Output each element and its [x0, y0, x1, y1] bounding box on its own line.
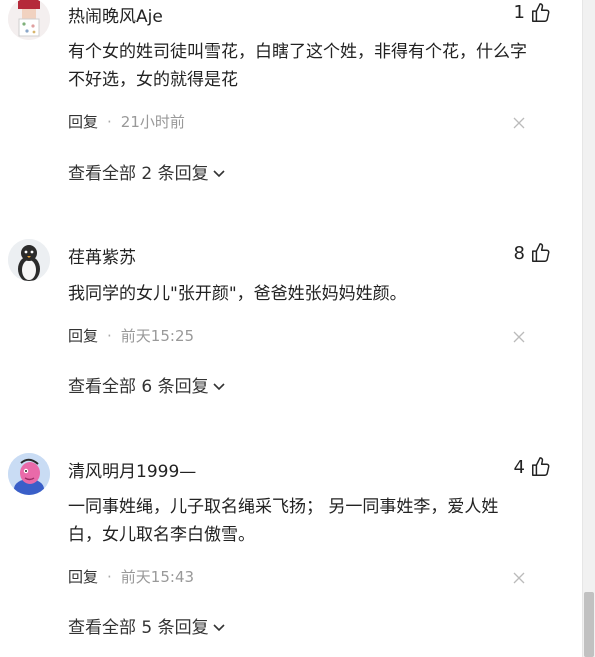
reply-button[interactable]: 回复	[68, 568, 98, 586]
thumbs-up-icon[interactable]	[530, 242, 552, 264]
reply-button[interactable]: 回复	[68, 327, 98, 345]
username[interactable]: 荏苒紫苏	[68, 243, 136, 268]
view-all-replies-button[interactable]: 查看全部 6 条回复	[68, 372, 226, 397]
thumbs-up-icon[interactable]	[530, 456, 552, 478]
view-all-replies-label: 查看全部 6 条回复	[68, 377, 209, 397]
like-count[interactable]: 4	[514, 457, 525, 478]
view-all-replies-label: 查看全部 5 条回复	[68, 618, 209, 638]
scrollbar-track[interactable]	[583, 0, 595, 657]
separator-dot: ·	[107, 327, 112, 345]
comment-text: 一同事姓绳，儿子取名绳采飞扬； 另一同事姓李，爱人姓白，女儿取名李白傲雪。	[68, 497, 499, 545]
comment-meta: 回复 · 前天15:25	[68, 325, 194, 346]
chevron-down-icon	[213, 170, 225, 178]
comment-meta: 回复 · 21小时前	[68, 111, 185, 132]
view-all-replies-button[interactable]: 查看全部 5 条回复	[68, 613, 226, 638]
chevron-down-icon	[213, 383, 225, 391]
timestamp: 前天15:43	[120, 568, 195, 586]
separator-dot: ·	[107, 113, 112, 131]
like-count[interactable]: 1	[514, 2, 525, 23]
reply-button[interactable]: 回复	[68, 113, 98, 131]
chevron-down-icon	[213, 624, 225, 632]
username[interactable]: 清风明月1999—	[68, 457, 196, 482]
avatar[interactable]	[8, 239, 50, 281]
like-count[interactable]: 8	[514, 243, 525, 264]
avatar[interactable]	[8, 453, 50, 495]
view-all-replies-label: 查看全部 2 条回复	[68, 164, 209, 184]
view-all-replies-button[interactable]: 查看全部 2 条回复	[68, 159, 226, 184]
comment-text: 有个女的姓司徒叫雪花，白瞎了这个姓，非得有个花，什么字不好选，女的就得是花	[68, 42, 527, 90]
comment-meta: 回复 · 前天15:43	[68, 566, 194, 587]
comment-text: 我同学的女儿"张开颜"，爸爸姓张妈妈姓颜。	[68, 284, 407, 304]
timestamp: 21小时前	[120, 113, 185, 131]
scrollbar-thumb[interactable]	[584, 592, 594, 657]
username[interactable]: 热闹晚风Aje	[68, 2, 163, 27]
close-icon[interactable]	[513, 117, 525, 129]
thumbs-up-icon[interactable]	[530, 2, 552, 24]
close-icon[interactable]	[513, 572, 525, 584]
close-icon[interactable]	[513, 331, 525, 343]
timestamp: 前天15:25	[120, 327, 195, 345]
separator-dot: ·	[107, 568, 112, 586]
avatar[interactable]	[8, 0, 50, 40]
